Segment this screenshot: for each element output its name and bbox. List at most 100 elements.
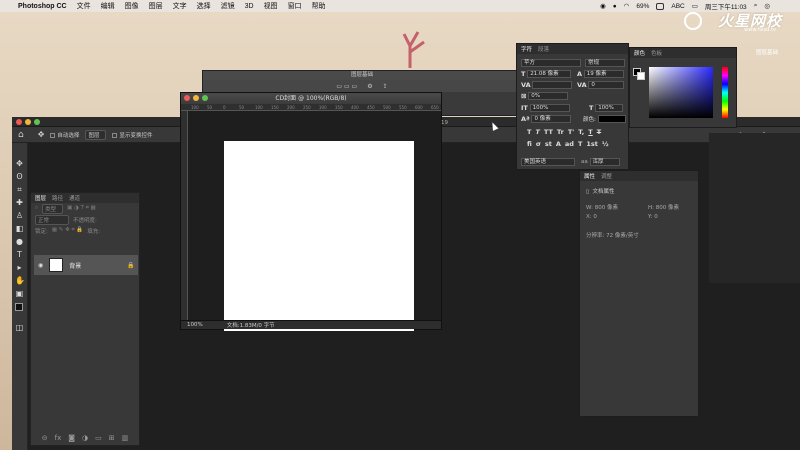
color-field[interactable] — [649, 67, 713, 118]
delete-layer-icon[interactable]: ▥ — [122, 434, 129, 442]
hue-slider[interactable] — [722, 67, 728, 118]
move-tool-icon[interactable]: ✥ — [38, 130, 45, 139]
all-caps-button[interactable]: TT — [544, 128, 553, 136]
search-icon[interactable]: ⌕ — [754, 2, 758, 10]
menu-image[interactable]: 图像 — [125, 1, 139, 11]
filter-icons[interactable]: ▣ ◑ T ⌗ ▦ — [67, 205, 96, 212]
strikethrough-button[interactable]: T — [597, 128, 601, 136]
view-icon[interactable]: ▭ ▭ ▭ — [336, 83, 357, 90]
menu-filter[interactable]: 滤镜 — [221, 1, 235, 11]
input-method[interactable]: ABC — [671, 3, 684, 10]
language-dropdown[interactable]: 美国英语 — [521, 157, 575, 166]
zoom-level[interactable]: 100% — [187, 322, 203, 328]
underline-button[interactable]: T — [588, 128, 592, 136]
hand-tool-icon[interactable]: ✋ — [15, 276, 25, 285]
wifi-icon[interactable]: ◠ — [624, 2, 630, 10]
leading-field[interactable]: 19 像素 — [583, 69, 624, 78]
stylistic-alt-button[interactable]: ad — [565, 140, 574, 148]
tracking-field[interactable]: 0 — [588, 80, 625, 89]
tab-adjustments[interactable]: 调整 — [601, 172, 612, 180]
lasso-tool-icon[interactable]: ʘ — [15, 172, 24, 181]
minimize-window-button[interactable] — [25, 119, 31, 125]
width-value[interactable]: W: 800 像素 — [586, 203, 618, 211]
old-style-button[interactable]: σ — [536, 140, 541, 148]
subscript-button[interactable]: T, — [578, 128, 584, 136]
tab-channels[interactable]: 通道 — [69, 194, 80, 202]
y-value[interactable]: Y: 0 — [648, 214, 658, 220]
antialias-dropdown[interactable]: 浑厚 — [589, 157, 620, 166]
zoom-window-button[interactable] — [34, 119, 40, 125]
vertical-scale-field[interactable]: 100% — [529, 103, 570, 112]
document-info[interactable]: 文档:1.83M/0 字节 — [227, 321, 275, 329]
menu-view[interactable]: 视图 — [264, 1, 278, 11]
font-style-dropdown[interactable]: 常规 — [585, 58, 625, 67]
quick-mask-icon[interactable]: ◫ — [15, 323, 24, 332]
x-value[interactable]: X: 0 — [586, 214, 597, 220]
blend-mode-dropdown[interactable]: 正常 — [35, 214, 69, 225]
siri-icon[interactable]: ◎ — [764, 2, 770, 10]
menu-type[interactable]: 文字 — [173, 1, 187, 11]
desktop-icon-label[interactable]: 图层基础 — [756, 48, 778, 56]
stamp-tool-icon[interactable]: ♙ — [15, 211, 24, 220]
auto-select-checkbox[interactable]: 自动选择 — [50, 131, 79, 139]
minimize-doc-button[interactable] — [193, 95, 199, 101]
fractions-button[interactable]: ½ — [602, 140, 609, 148]
zoom-doc-button[interactable] — [202, 95, 208, 101]
airplay-icon[interactable]: ▭ — [692, 2, 698, 10]
horizontal-ruler[interactable]: 100 50 0 50 100 150 200 250 300 350 400 450 500 550 60… — [181, 104, 441, 111]
height-value[interactable]: H: 800 像素 — [648, 203, 679, 211]
tsume-field[interactable]: 0% — [528, 91, 569, 100]
menu-3d[interactable]: 3D — [245, 3, 254, 10]
close-doc-button[interactable] — [184, 95, 190, 101]
titling-button[interactable]: T — [578, 140, 582, 148]
visibility-eye-icon[interactable]: ◉ — [38, 262, 43, 269]
adjustment-layer-icon[interactable]: ◑ — [82, 434, 88, 442]
new-layer-icon[interactable]: ⊞ — [109, 434, 115, 442]
swash-button[interactable]: A — [556, 140, 561, 148]
ligature-button[interactable]: fi — [527, 140, 532, 148]
baseline-field[interactable]: 0 像素 — [531, 114, 572, 123]
lock-icons[interactable]: ▦ ✎ ✥ ⌗ 🔒 — [52, 227, 83, 234]
blur-tool-icon[interactable]: ● — [15, 237, 24, 246]
foreground-color-swatch[interactable] — [15, 303, 23, 311]
tab-color[interactable]: 颜色 — [634, 49, 645, 57]
kerning-field[interactable] — [532, 80, 573, 89]
faux-bold-button[interactable]: T — [527, 128, 531, 136]
menu-window[interactable]: 窗口 — [288, 1, 302, 11]
crop-tool-icon[interactable]: ⌗ — [15, 185, 24, 194]
path-select-tool-icon[interactable]: ▸ — [15, 263, 24, 272]
settings-icon[interactable]: ⚙ — [367, 83, 372, 90]
new-group-icon[interactable]: ▭ — [95, 434, 102, 442]
cc-icon[interactable]: ◉ — [600, 2, 606, 10]
link-layers-icon[interactable]: ⊝ — [42, 434, 48, 442]
layer-filter-dropdown[interactable]: 类型 — [42, 203, 64, 214]
layer-row-background[interactable]: ◉ 背景 🔒 — [34, 255, 138, 275]
show-transform-checkbox[interactable]: 显示变换控件 — [112, 131, 152, 139]
tab-paragraph[interactable]: 段落 — [538, 45, 549, 53]
healing-brush-icon[interactable]: ✚ — [15, 198, 24, 207]
document-canvas[interactable] — [224, 141, 414, 331]
eraser-tool-icon[interactable]: ◧ — [15, 224, 24, 233]
tab-layers[interactable]: 图层 — [35, 194, 46, 202]
battery-icon[interactable] — [656, 2, 665, 10]
ordinals-button[interactable]: 1st — [586, 140, 598, 148]
add-mask-icon[interactable]: ◙ — [68, 434, 75, 442]
home-icon[interactable]: ⌂ — [18, 130, 24, 140]
menu-layer[interactable]: 图层 — [149, 1, 163, 11]
tab-swatches[interactable]: 色板 — [651, 49, 662, 57]
share-icon[interactable]: ⇪ — [383, 83, 388, 90]
menu-file[interactable]: 文件 — [77, 1, 91, 11]
tab-character[interactable]: 字符 — [521, 45, 532, 53]
font-family-dropdown[interactable]: 苹方 — [521, 58, 581, 67]
close-window-button[interactable] — [16, 119, 22, 125]
fx-icon[interactable]: fx — [55, 434, 62, 442]
faux-italic-button[interactable]: T — [535, 128, 539, 136]
menu-help[interactable]: 帮助 — [312, 1, 326, 11]
vertical-ruler[interactable] — [181, 111, 188, 321]
menu-app[interactable]: Photoshop CC — [18, 3, 67, 10]
menu-select[interactable]: 选择 — [197, 1, 211, 11]
bg-color-swatch[interactable] — [637, 72, 645, 80]
type-tool-icon[interactable]: T — [15, 250, 24, 259]
tab-properties[interactable]: 属性 — [584, 172, 595, 180]
move-tool-icon[interactable]: ✥ — [15, 159, 24, 168]
